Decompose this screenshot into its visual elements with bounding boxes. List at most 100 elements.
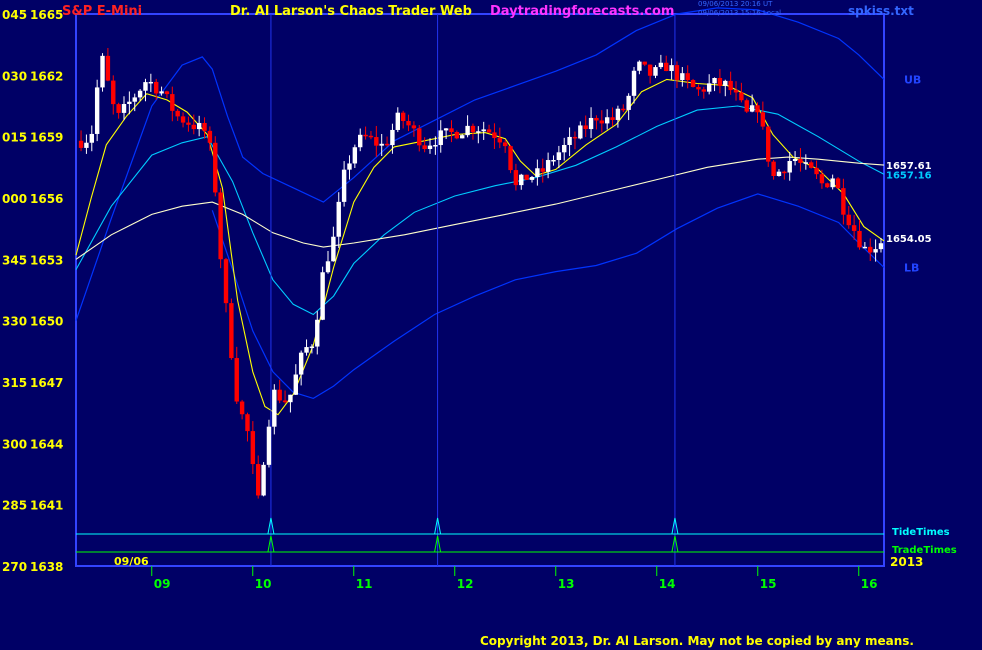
y-tick-alt-label: 045 bbox=[2, 8, 27, 22]
candle-body bbox=[309, 346, 315, 349]
price-chart: TideTimesTradeTimes 045 1665030 1662015 165… bbox=[2, 7, 957, 591]
candle-body bbox=[454, 132, 460, 139]
candle-body bbox=[513, 170, 519, 186]
candle-body bbox=[755, 105, 760, 113]
candle-body bbox=[406, 120, 411, 126]
candle-body bbox=[94, 87, 100, 134]
x-tick-label: 12 bbox=[457, 577, 474, 591]
candle-body bbox=[594, 117, 599, 121]
candle-body bbox=[578, 125, 583, 139]
fast-average-line bbox=[75, 78, 885, 416]
candle-body bbox=[288, 394, 293, 403]
candle-body bbox=[841, 188, 846, 215]
candle-body bbox=[744, 100, 749, 112]
candle-body bbox=[261, 464, 266, 496]
candle-body bbox=[599, 120, 605, 124]
mid-band-line bbox=[75, 105, 885, 316]
candle-body bbox=[256, 464, 261, 496]
y-tick-alt-label: 300 bbox=[2, 437, 27, 451]
band-label: UB bbox=[904, 73, 921, 86]
y-tick-alt-label: 270 bbox=[2, 560, 27, 574]
candle-body bbox=[105, 55, 111, 81]
candle-body bbox=[379, 143, 384, 146]
candle-body bbox=[819, 174, 825, 184]
candle-body bbox=[610, 117, 615, 120]
candle-body bbox=[234, 358, 239, 402]
band-lines bbox=[75, 7, 885, 416]
candle-body bbox=[604, 117, 610, 124]
candle-body bbox=[111, 80, 116, 105]
y-tick-alt-label: 285 bbox=[2, 499, 27, 513]
candles bbox=[78, 48, 884, 499]
candle-body bbox=[320, 272, 325, 320]
candle-body bbox=[164, 91, 170, 95]
y-tick-label: 1650 bbox=[30, 315, 63, 329]
candle-body bbox=[207, 130, 213, 143]
candle-body bbox=[658, 62, 664, 68]
timestamp-local: 09/06/2013 15:16 Local bbox=[698, 9, 782, 17]
timestamp-ut: 09/06/2013 20:16 UT bbox=[698, 0, 773, 8]
candle-body bbox=[417, 128, 422, 146]
candle-body bbox=[213, 142, 218, 193]
candle-body bbox=[347, 163, 352, 170]
candle-body bbox=[808, 162, 814, 168]
candle-body bbox=[782, 171, 787, 174]
candle-body bbox=[717, 78, 723, 86]
candle-body bbox=[685, 73, 690, 81]
candle-body bbox=[878, 243, 884, 250]
candle-body bbox=[728, 80, 733, 91]
site-link[interactable]: Daytradingforecasts.com bbox=[490, 4, 674, 19]
candle-body bbox=[159, 91, 164, 94]
candle-body bbox=[202, 122, 207, 131]
candle-body bbox=[583, 125, 588, 130]
y-tick-alt-label: 330 bbox=[2, 315, 27, 329]
candle-body bbox=[535, 168, 540, 178]
y-tick-label: 1662 bbox=[30, 69, 63, 83]
candle-body bbox=[690, 80, 696, 87]
candle-body bbox=[766, 126, 771, 162]
candle-body bbox=[588, 117, 594, 130]
candle-body bbox=[460, 135, 465, 139]
candle-body bbox=[78, 140, 84, 148]
candle-body bbox=[792, 158, 798, 162]
candle-body bbox=[298, 352, 304, 375]
time-markers bbox=[270, 14, 676, 566]
candle-body bbox=[486, 129, 492, 133]
y-tick-label: 1659 bbox=[30, 131, 63, 145]
plot-frame bbox=[75, 13, 885, 567]
candle-body bbox=[331, 236, 336, 262]
candle-body bbox=[245, 414, 250, 432]
candle-body bbox=[621, 108, 626, 111]
year-label: 2013 bbox=[890, 555, 923, 569]
candle-body bbox=[121, 104, 127, 113]
y-tick-alt-label: 345 bbox=[2, 253, 27, 267]
candle-body bbox=[282, 400, 288, 403]
y-tick-label: 1656 bbox=[30, 192, 63, 206]
candle-body bbox=[374, 137, 379, 146]
value-label: 1657.16 bbox=[886, 170, 932, 181]
y-tick-alt-label: 315 bbox=[2, 376, 27, 390]
candle-body bbox=[835, 178, 841, 189]
candle-body bbox=[132, 97, 137, 102]
candle-body bbox=[739, 92, 744, 101]
candle-body bbox=[218, 192, 223, 260]
candle-body bbox=[873, 249, 878, 253]
candle-body bbox=[696, 86, 701, 90]
candle-body bbox=[137, 90, 143, 98]
candle-body bbox=[862, 246, 868, 249]
date-label: 09/06 bbox=[114, 555, 149, 568]
candle-body bbox=[647, 64, 653, 76]
candle-body bbox=[433, 145, 438, 147]
candle-body bbox=[363, 134, 368, 137]
candle-body bbox=[148, 81, 154, 84]
slow-average-line bbox=[75, 156, 885, 260]
symbol-title: S&P E-Mini bbox=[62, 4, 143, 19]
candle-body bbox=[706, 83, 712, 92]
candle-body bbox=[567, 136, 572, 145]
candle-body bbox=[476, 131, 481, 133]
candle-body bbox=[712, 78, 717, 84]
candle-body bbox=[239, 401, 245, 415]
x-tick-label: 13 bbox=[558, 577, 575, 591]
candle-body bbox=[524, 174, 529, 180]
candle-body bbox=[680, 73, 685, 80]
